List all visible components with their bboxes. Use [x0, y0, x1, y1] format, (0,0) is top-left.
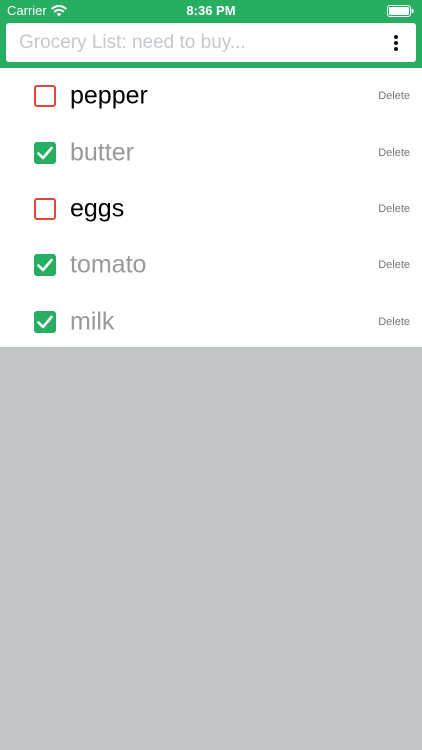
checkbox-checked[interactable] — [34, 310, 56, 333]
checkbox-unchecked[interactable] — [34, 197, 56, 220]
status-bar: Carrier 8:36 PM — [0, 0, 422, 22]
checkbox-unchecked[interactable] — [34, 85, 56, 108]
status-time: 8:36 PM — [186, 3, 236, 18]
item-label: eggs — [70, 194, 125, 223]
delete-button[interactable]: Delete — [376, 86, 412, 106]
item-label: tomato — [70, 250, 147, 279]
delete-button[interactable]: Delete — [376, 143, 412, 163]
item-label: butter — [70, 138, 134, 167]
battery-full-icon — [387, 5, 414, 17]
search-box — [6, 23, 416, 62]
menu-dot — [394, 41, 398, 45]
search-input[interactable] — [6, 23, 376, 62]
app-header: Carrier 8:36 PM — [0, 0, 422, 68]
item-label: milk — [70, 307, 115, 336]
list-item: tomato Delete — [0, 237, 422, 293]
checkbox-checked[interactable] — [34, 141, 56, 164]
list-item: pepper Delete — [0, 68, 422, 124]
menu-dot — [394, 35, 398, 39]
grocery-list: pepper Delete butter Delete eggs Delete … — [0, 68, 422, 347]
list-item: eggs Delete — [0, 181, 422, 237]
menu-dot — [394, 47, 398, 51]
check-icon — [37, 146, 53, 159]
item-label: pepper — [70, 81, 148, 110]
check-icon — [37, 259, 53, 272]
delete-button[interactable]: Delete — [376, 255, 412, 275]
list-item: milk Delete — [0, 294, 422, 350]
checkbox-checked[interactable] — [34, 254, 56, 277]
delete-button[interactable]: Delete — [376, 199, 412, 219]
list-item: butter Delete — [0, 124, 422, 180]
delete-button[interactable]: Delete — [376, 312, 412, 332]
more-vertical-icon[interactable] — [388, 33, 404, 53]
check-icon — [37, 315, 53, 329]
